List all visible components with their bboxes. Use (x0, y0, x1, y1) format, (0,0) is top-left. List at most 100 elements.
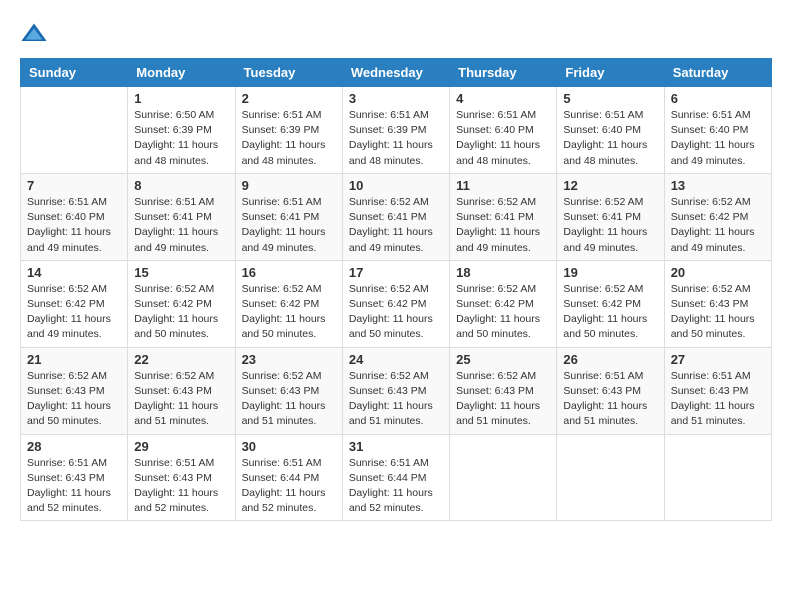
day-info: Sunrise: 6:52 AM Sunset: 6:41 PM Dayligh… (456, 195, 550, 256)
day-info: Sunrise: 6:51 AM Sunset: 6:41 PM Dayligh… (134, 195, 228, 256)
day-info: Sunrise: 6:51 AM Sunset: 6:44 PM Dayligh… (349, 456, 443, 517)
calendar-week-row: 1 Sunrise: 6:50 AM Sunset: 6:39 PM Daylig… (21, 87, 772, 174)
calendar-cell: 13 Sunrise: 6:52 AM Sunset: 6:42 PM Dayli… (664, 173, 771, 260)
calendar-cell: 26 Sunrise: 6:51 AM Sunset: 6:43 PM Dayli… (557, 347, 664, 434)
day-number: 30 (242, 439, 336, 454)
calendar-cell: 25Sunrise: 6:52 AM Sunset: 6:43 PM Dayli… (450, 347, 557, 434)
calendar-header-friday: Friday (557, 59, 664, 87)
calendar-cell: 6 Sunrise: 6:51 AM Sunset: 6:40 PM Daylig… (664, 87, 771, 174)
day-number: 5 (563, 91, 657, 106)
day-info: Sunrise: 6:52 AM Sunset: 6:43 PM Dayligh… (27, 369, 121, 430)
day-info: Sunrise: 6:52 AM Sunset: 6:42 PM Dayligh… (134, 282, 228, 343)
calendar-cell: 9 Sunrise: 6:51 AM Sunset: 6:41 PM Daylig… (235, 173, 342, 260)
calendar-cell: 7 Sunrise: 6:51 AM Sunset: 6:40 PM Daylig… (21, 173, 128, 260)
calendar-cell: 21 Sunrise: 6:52 AM Sunset: 6:43 PM Dayli… (21, 347, 128, 434)
day-number: 15 (134, 265, 228, 280)
day-info: Sunrise: 6:52 AM Sunset: 6:43 PM Dayligh… (242, 369, 336, 430)
calendar-cell: 20 Sunrise: 6:52 AM Sunset: 6:43 PM Dayli… (664, 260, 771, 347)
calendar-header-thursday: Thursday (450, 59, 557, 87)
day-number: 13 (671, 178, 765, 193)
day-number: 28 (27, 439, 121, 454)
calendar-week-row: 14 Sunrise: 6:52 AM Sunset: 6:42 PM Dayli… (21, 260, 772, 347)
calendar-week-row: 21 Sunrise: 6:52 AM Sunset: 6:43 PM Dayli… (21, 347, 772, 434)
day-number: 20 (671, 265, 765, 280)
day-number: 3 (349, 91, 443, 106)
day-number: 17 (349, 265, 443, 280)
day-info: Sunrise: 6:51 AM Sunset: 6:44 PM Dayligh… (242, 456, 336, 517)
calendar-week-row: 7 Sunrise: 6:51 AM Sunset: 6:40 PM Daylig… (21, 173, 772, 260)
calendar-cell: 15 Sunrise: 6:52 AM Sunset: 6:42 PM Dayli… (128, 260, 235, 347)
calendar-cell: 19 Sunrise: 6:52 AM Sunset: 6:42 PM Dayli… (557, 260, 664, 347)
day-info: Sunrise: 6:51 AM Sunset: 6:40 PM Dayligh… (27, 195, 121, 256)
day-info: Sunrise: 6:51 AM Sunset: 6:43 PM Dayligh… (563, 369, 657, 430)
day-number: 24 (349, 352, 443, 367)
calendar-cell: 28 Sunrise: 6:51 AM Sunset: 6:43 PM Dayli… (21, 434, 128, 521)
day-number: 7 (27, 178, 121, 193)
day-info: Sunrise: 6:52 AM Sunset: 6:42 PM Dayligh… (27, 282, 121, 343)
day-info: Sunrise: 6:51 AM Sunset: 6:43 PM Dayligh… (134, 456, 228, 517)
day-number: 8 (134, 178, 228, 193)
calendar-cell: 4 Sunrise: 6:51 AM Sunset: 6:40 PM Daylig… (450, 87, 557, 174)
day-number: 16 (242, 265, 336, 280)
day-info: Sunrise: 6:52 AM Sunset: 6:43 PM Dayligh… (349, 369, 443, 430)
calendar-cell: 16 Sunrise: 6:52 AM Sunset: 6:42 PM Dayli… (235, 260, 342, 347)
calendar-header-wednesday: Wednesday (342, 59, 449, 87)
day-number: 2 (242, 91, 336, 106)
calendar-header-tuesday: Tuesday (235, 59, 342, 87)
day-number: 14 (27, 265, 121, 280)
day-info: Sunrise: 6:52 AM Sunset: 6:43 PM Dayligh… (134, 369, 228, 430)
day-info: Sunrise: 6:51 AM Sunset: 6:40 PM Dayligh… (671, 108, 765, 169)
calendar-cell: 3 Sunrise: 6:51 AM Sunset: 6:39 PM Daylig… (342, 87, 449, 174)
day-info: Sunrise: 6:52 AM Sunset: 6:42 PM Dayligh… (563, 282, 657, 343)
calendar-table: SundayMondayTuesdayWednesdayThursdayFrid… (20, 58, 772, 521)
day-number: 6 (671, 91, 765, 106)
calendar-cell (450, 434, 557, 521)
calendar-cell (664, 434, 771, 521)
calendar-cell: 1 Sunrise: 6:50 AM Sunset: 6:39 PM Daylig… (128, 87, 235, 174)
day-info: Sunrise: 6:51 AM Sunset: 6:43 PM Dayligh… (27, 456, 121, 517)
calendar-cell: 22 Sunrise: 6:52 AM Sunset: 6:43 PM Dayli… (128, 347, 235, 434)
day-number: 22 (134, 352, 228, 367)
day-info: Sunrise: 6:52 AM Sunset: 6:41 PM Dayligh… (349, 195, 443, 256)
calendar-cell: 11Sunrise: 6:52 AM Sunset: 6:41 PM Dayli… (450, 173, 557, 260)
day-number: 21 (27, 352, 121, 367)
calendar-header-sunday: Sunday (21, 59, 128, 87)
calendar-header-row: SundayMondayTuesdayWednesdayThursdayFrid… (21, 59, 772, 87)
logo-icon (20, 20, 48, 48)
day-info: Sunrise: 6:51 AM Sunset: 6:43 PM Dayligh… (671, 369, 765, 430)
day-info: Sunrise: 6:52 AM Sunset: 6:43 PM Dayligh… (671, 282, 765, 343)
calendar-cell (557, 434, 664, 521)
day-info: Sunrise: 6:51 AM Sunset: 6:40 PM Dayligh… (563, 108, 657, 169)
calendar-cell: 8 Sunrise: 6:51 AM Sunset: 6:41 PM Daylig… (128, 173, 235, 260)
calendar-cell (21, 87, 128, 174)
calendar-header-saturday: Saturday (664, 59, 771, 87)
day-info: Sunrise: 6:52 AM Sunset: 6:42 PM Dayligh… (671, 195, 765, 256)
calendar-header-monday: Monday (128, 59, 235, 87)
calendar-cell: 14 Sunrise: 6:52 AM Sunset: 6:42 PM Dayli… (21, 260, 128, 347)
day-number: 19 (563, 265, 657, 280)
day-info: Sunrise: 6:51 AM Sunset: 6:40 PM Dayligh… (456, 108, 550, 169)
calendar-week-row: 28 Sunrise: 6:51 AM Sunset: 6:43 PM Dayli… (21, 434, 772, 521)
day-number: 27 (671, 352, 765, 367)
day-number: 18 (456, 265, 550, 280)
calendar-cell: 30 Sunrise: 6:51 AM Sunset: 6:44 PM Dayli… (235, 434, 342, 521)
day-number: 4 (456, 91, 550, 106)
header (20, 20, 772, 48)
calendar-cell: 12Sunrise: 6:52 AM Sunset: 6:41 PM Dayli… (557, 173, 664, 260)
day-info: Sunrise: 6:52 AM Sunset: 6:42 PM Dayligh… (456, 282, 550, 343)
day-info: Sunrise: 6:52 AM Sunset: 6:42 PM Dayligh… (242, 282, 336, 343)
day-number: 9 (242, 178, 336, 193)
calendar-cell: 29 Sunrise: 6:51 AM Sunset: 6:43 PM Dayli… (128, 434, 235, 521)
calendar-cell: 17Sunrise: 6:52 AM Sunset: 6:42 PM Dayli… (342, 260, 449, 347)
day-info: Sunrise: 6:52 AM Sunset: 6:43 PM Dayligh… (456, 369, 550, 430)
day-number: 31 (349, 439, 443, 454)
day-info: Sunrise: 6:51 AM Sunset: 6:41 PM Dayligh… (242, 195, 336, 256)
day-info: Sunrise: 6:51 AM Sunset: 6:39 PM Dayligh… (349, 108, 443, 169)
day-number: 1 (134, 91, 228, 106)
day-number: 29 (134, 439, 228, 454)
day-info: Sunrise: 6:51 AM Sunset: 6:39 PM Dayligh… (242, 108, 336, 169)
day-number: 23 (242, 352, 336, 367)
calendar-cell: 5 Sunrise: 6:51 AM Sunset: 6:40 PM Daylig… (557, 87, 664, 174)
day-number: 26 (563, 352, 657, 367)
day-info: Sunrise: 6:50 AM Sunset: 6:39 PM Dayligh… (134, 108, 228, 169)
